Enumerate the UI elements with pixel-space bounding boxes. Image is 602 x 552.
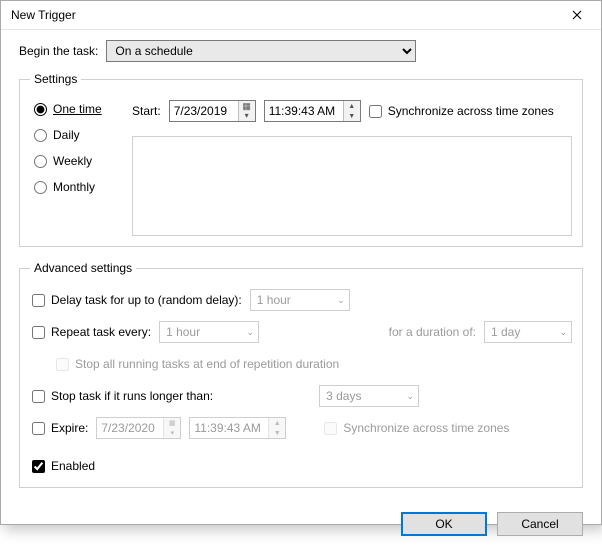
start-date-calendar-button[interactable] [238,101,255,121]
radio-weekly-input[interactable] [34,155,47,168]
delay-label: Delay task for up to (random delay): [51,293,242,307]
chevron-down-icon: ▼ [269,428,285,438]
start-time-input[interactable] [265,101,343,121]
expire-date-button: ▦ ▾ [163,418,180,438]
start-label: Start: [132,104,161,118]
radio-one-time-input[interactable] [34,103,47,116]
start-area: Start: ▲ ▼ [132,96,572,236]
enabled-checkbox[interactable]: Enabled [32,459,95,473]
chevron-down-icon: ⌄ [337,295,345,306]
radio-weekly-label: Weekly [53,154,92,168]
chevron-down-icon: ⌄ [559,327,567,338]
sync-tz-input[interactable] [369,105,382,118]
repeat-checkbox[interactable]: Repeat task every: [32,325,151,339]
sync-tz-checkbox[interactable]: Synchronize across time zones [369,104,554,118]
chevron-down-icon: ▼ [344,111,360,121]
stop-if-longer-input[interactable] [32,390,45,403]
stop-at-end-checkbox: Stop all running tasks at end of repetit… [56,357,339,371]
start-date-input[interactable] [170,101,238,121]
expire-label: Expire: [51,421,88,435]
stop-if-longer-select: 3 days ⌄ [319,385,419,407]
expire-sync-tz-label: Synchronize across time zones [343,421,509,435]
repeat-input[interactable] [32,326,45,339]
new-trigger-dialog: New Trigger Begin the task: On a schedul… [0,0,602,525]
chevron-up-icon: ▲ [344,101,360,111]
stop-at-end-label: Stop all running tasks at end of repetit… [75,357,339,371]
window-title: New Trigger [11,8,554,22]
radio-daily[interactable]: Daily [34,128,118,142]
enabled-label: Enabled [51,459,95,473]
expire-input[interactable] [32,422,45,435]
radio-daily-label: Daily [53,128,80,142]
dialog-body: Begin the task: On a schedule Settings O… [1,30,601,502]
start-date-picker[interactable] [169,100,256,122]
settings-legend: Settings [30,72,81,86]
start-time-spinner[interactable]: ▲ ▼ [343,101,360,121]
radio-one-time-label: One time [53,102,102,116]
enabled-input[interactable] [32,460,45,473]
calendar-icon [239,101,255,111]
repeat-duration-select: 1 day ⌄ [484,321,572,343]
start-time-picker[interactable]: ▲ ▼ [264,100,361,122]
close-icon [572,10,582,20]
delay-duration-select: 1 hour ⌄ [250,289,350,311]
radio-one-time[interactable]: One time [34,102,118,116]
begin-task-select[interactable]: On a schedule [106,40,416,62]
cancel-button[interactable]: Cancel [497,512,583,536]
calendar-icon: ▦ [164,418,180,428]
repeat-duration-label: for a duration of: [389,325,476,339]
stop-if-longer-label: Stop task if it runs longer than: [51,389,213,403]
radio-monthly-label: Monthly [53,180,95,194]
radio-monthly-input[interactable] [34,181,47,194]
expire-checkbox[interactable]: Expire: [32,421,88,435]
chevron-down-icon: ▾ [164,428,180,438]
expire-time-spinner: ▲ ▼ [268,418,285,438]
radio-monthly[interactable]: Monthly [34,180,118,194]
titlebar: New Trigger [1,1,601,30]
radio-daily-input[interactable] [34,129,47,142]
delay-input[interactable] [32,294,45,307]
expire-time-picker: 11:39:43 AM ▲ ▼ [189,417,286,439]
expire-sync-tz-input [324,422,337,435]
expire-date-picker: 7/23/2020 ▦ ▾ [96,417,181,439]
advanced-legend: Advanced settings [30,261,136,275]
stop-if-longer-checkbox[interactable]: Stop task if it runs longer than: [32,389,213,403]
delay-checkbox[interactable]: Delay task for up to (random delay): [32,293,242,307]
stop-at-end-input [56,358,69,371]
expire-sync-tz-checkbox: Synchronize across time zones [324,421,509,435]
chevron-down-icon: ⌄ [247,327,255,338]
repeat-interval-select: 1 hour ⌄ [159,321,259,343]
frequency-options: One time Daily Weekly Monthly [30,96,118,236]
sync-tz-label: Synchronize across time zones [388,104,554,118]
dialog-footer: OK Cancel [1,502,601,552]
settings-group: Settings One time Daily Weekly [19,72,583,247]
chevron-up-icon: ▲ [269,418,285,428]
close-button[interactable] [554,1,599,29]
radio-weekly[interactable]: Weekly [34,154,118,168]
chevron-down-icon: ⌄ [407,391,415,402]
schedule-detail-panel [132,136,572,236]
repeat-label: Repeat task every: [51,325,151,339]
begin-task-label: Begin the task: [19,44,98,58]
advanced-settings-group: Advanced settings Delay task for up to (… [19,261,583,488]
chevron-down-icon [239,111,255,121]
ok-button[interactable]: OK [401,512,487,536]
